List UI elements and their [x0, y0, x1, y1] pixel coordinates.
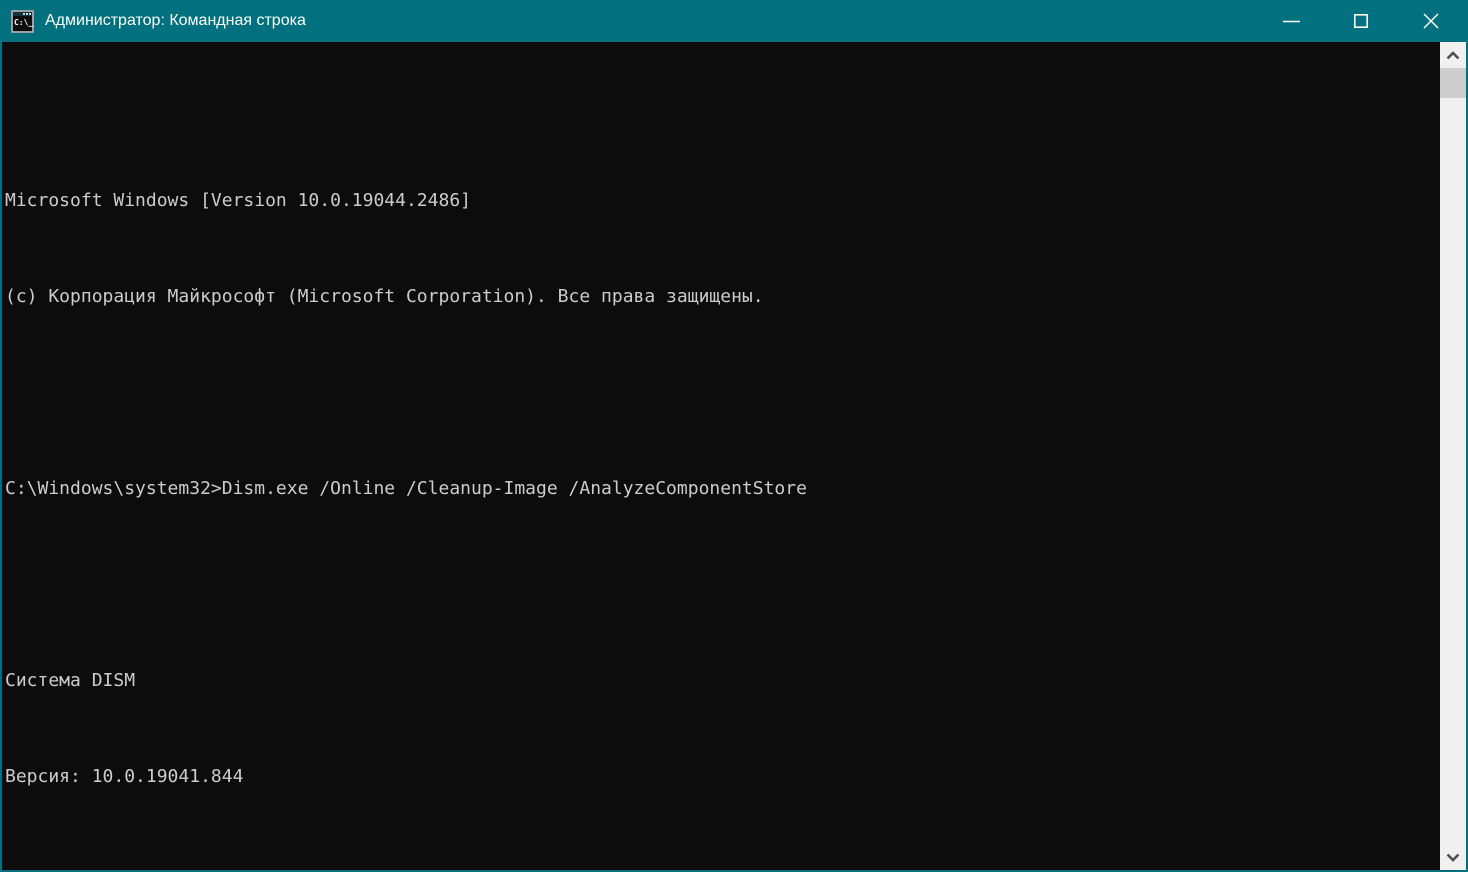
console-line [5, 381, 1440, 405]
console-line: Microsoft Windows [Version 10.0.19044.24… [5, 189, 1440, 213]
minimize-button[interactable] [1256, 0, 1326, 42]
minimize-icon [1283, 20, 1300, 23]
cmd-icon-label: C:\_ [13, 16, 32, 29]
window-title: Администратор: Командная строка [45, 12, 1256, 30]
close-icon [1423, 13, 1439, 29]
command-prompt-window: C:\_ Администратор: Командная строка [0, 0, 1468, 872]
close-button[interactable] [1396, 0, 1466, 42]
console-lines: Microsoft Windows [Version 10.0.19044.24… [5, 93, 1440, 870]
console-line: Версия: 10.0.19041.844 [5, 765, 1440, 789]
scroll-up-button[interactable] [1440, 42, 1466, 68]
console-output[interactable]: Microsoft Windows [Version 10.0.19044.24… [2, 42, 1440, 870]
console-line [5, 861, 1440, 870]
chevron-down-icon [1446, 853, 1460, 862]
console-line: (c) Корпорация Майкрософт (Microsoft Cor… [5, 285, 1440, 309]
command-prompt-icon: C:\_ [11, 10, 34, 33]
console-line: Система DISM [5, 669, 1440, 693]
window-controls [1256, 0, 1466, 42]
console-line [5, 573, 1440, 597]
maximize-icon [1354, 14, 1368, 28]
scroll-down-button[interactable] [1440, 844, 1466, 870]
titlebar[interactable]: C:\_ Администратор: Командная строка [2, 0, 1466, 42]
maximize-button[interactable] [1326, 0, 1396, 42]
chevron-up-icon [1446, 51, 1460, 60]
console-line: C:\Windows\system32>Dism.exe /Online /Cl… [5, 477, 1440, 501]
window-content: Microsoft Windows [Version 10.0.19044.24… [2, 42, 1466, 870]
scrollbar-thumb[interactable] [1440, 68, 1466, 98]
vertical-scrollbar[interactable] [1440, 42, 1466, 870]
